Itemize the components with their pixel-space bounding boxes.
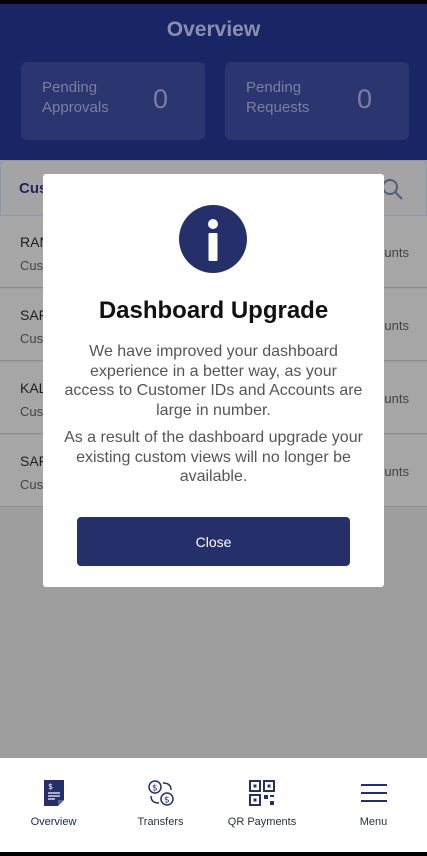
list-item-accounts: unts xyxy=(384,391,409,406)
dashboard-upgrade-dialog: Dashboard Upgrade We have improved your … xyxy=(43,174,384,587)
svg-text:$: $ xyxy=(48,782,53,791)
nav-qr-payments-label: QR Payments xyxy=(227,816,297,828)
document-dollar-icon: $ xyxy=(43,780,64,806)
nav-menu-label: Menu xyxy=(359,816,388,828)
close-button[interactable]: Close xyxy=(77,517,350,566)
app-screen: Overview Pending Approvals 0 Pending Req… xyxy=(0,4,427,852)
transfer-icon: $ $ xyxy=(147,780,174,806)
bottom-nav: $ Overview $ $ Transfers QR Payments Men… xyxy=(0,758,427,852)
nav-overview-label: Overview xyxy=(30,816,77,828)
list-item-sub: Cus xyxy=(20,331,44,346)
header: Overview Pending Approvals 0 Pending Req… xyxy=(0,4,427,174)
dialog-message: We have improved your dashboard experien… xyxy=(64,343,363,419)
nav-transfers-label: Transfers xyxy=(137,816,184,828)
nav-transfers[interactable]: $ $ Transfers xyxy=(107,758,214,852)
svg-text:$: $ xyxy=(164,796,170,806)
list-item-sub: Cus xyxy=(20,404,44,419)
pending-requests-label: Pending Requests xyxy=(246,79,310,116)
svg-text:$: $ xyxy=(152,784,158,794)
nav-overview[interactable]: $ Overview xyxy=(0,758,107,852)
nav-menu[interactable]: Menu xyxy=(320,758,427,852)
list-item-sub: Cus xyxy=(20,477,44,492)
hamburger-icon xyxy=(360,784,387,802)
pending-approvals-count: 0 xyxy=(152,84,168,114)
dialog-title: Dashboard Upgrade xyxy=(98,297,329,324)
pending-approvals-label: Pending Approvals xyxy=(42,79,109,116)
list-item-accounts: unts xyxy=(384,245,409,260)
info-icon xyxy=(179,205,247,273)
list-item-accounts: unts xyxy=(384,318,409,333)
page-title: Overview xyxy=(166,18,261,41)
nav-qr-payments[interactable]: QR Payments xyxy=(214,758,310,852)
pending-requests-count: 0 xyxy=(356,84,372,114)
list-item-accounts: unts xyxy=(384,464,409,479)
dialog-note: As a result of the dashboard upgrade you… xyxy=(64,429,363,485)
pending-approvals-card[interactable]: Pending Approvals 0 xyxy=(21,62,205,140)
list-item-sub: Cus xyxy=(20,258,44,273)
pending-requests-card[interactable]: Pending Requests 0 xyxy=(225,62,409,140)
qr-code-icon xyxy=(249,780,275,806)
